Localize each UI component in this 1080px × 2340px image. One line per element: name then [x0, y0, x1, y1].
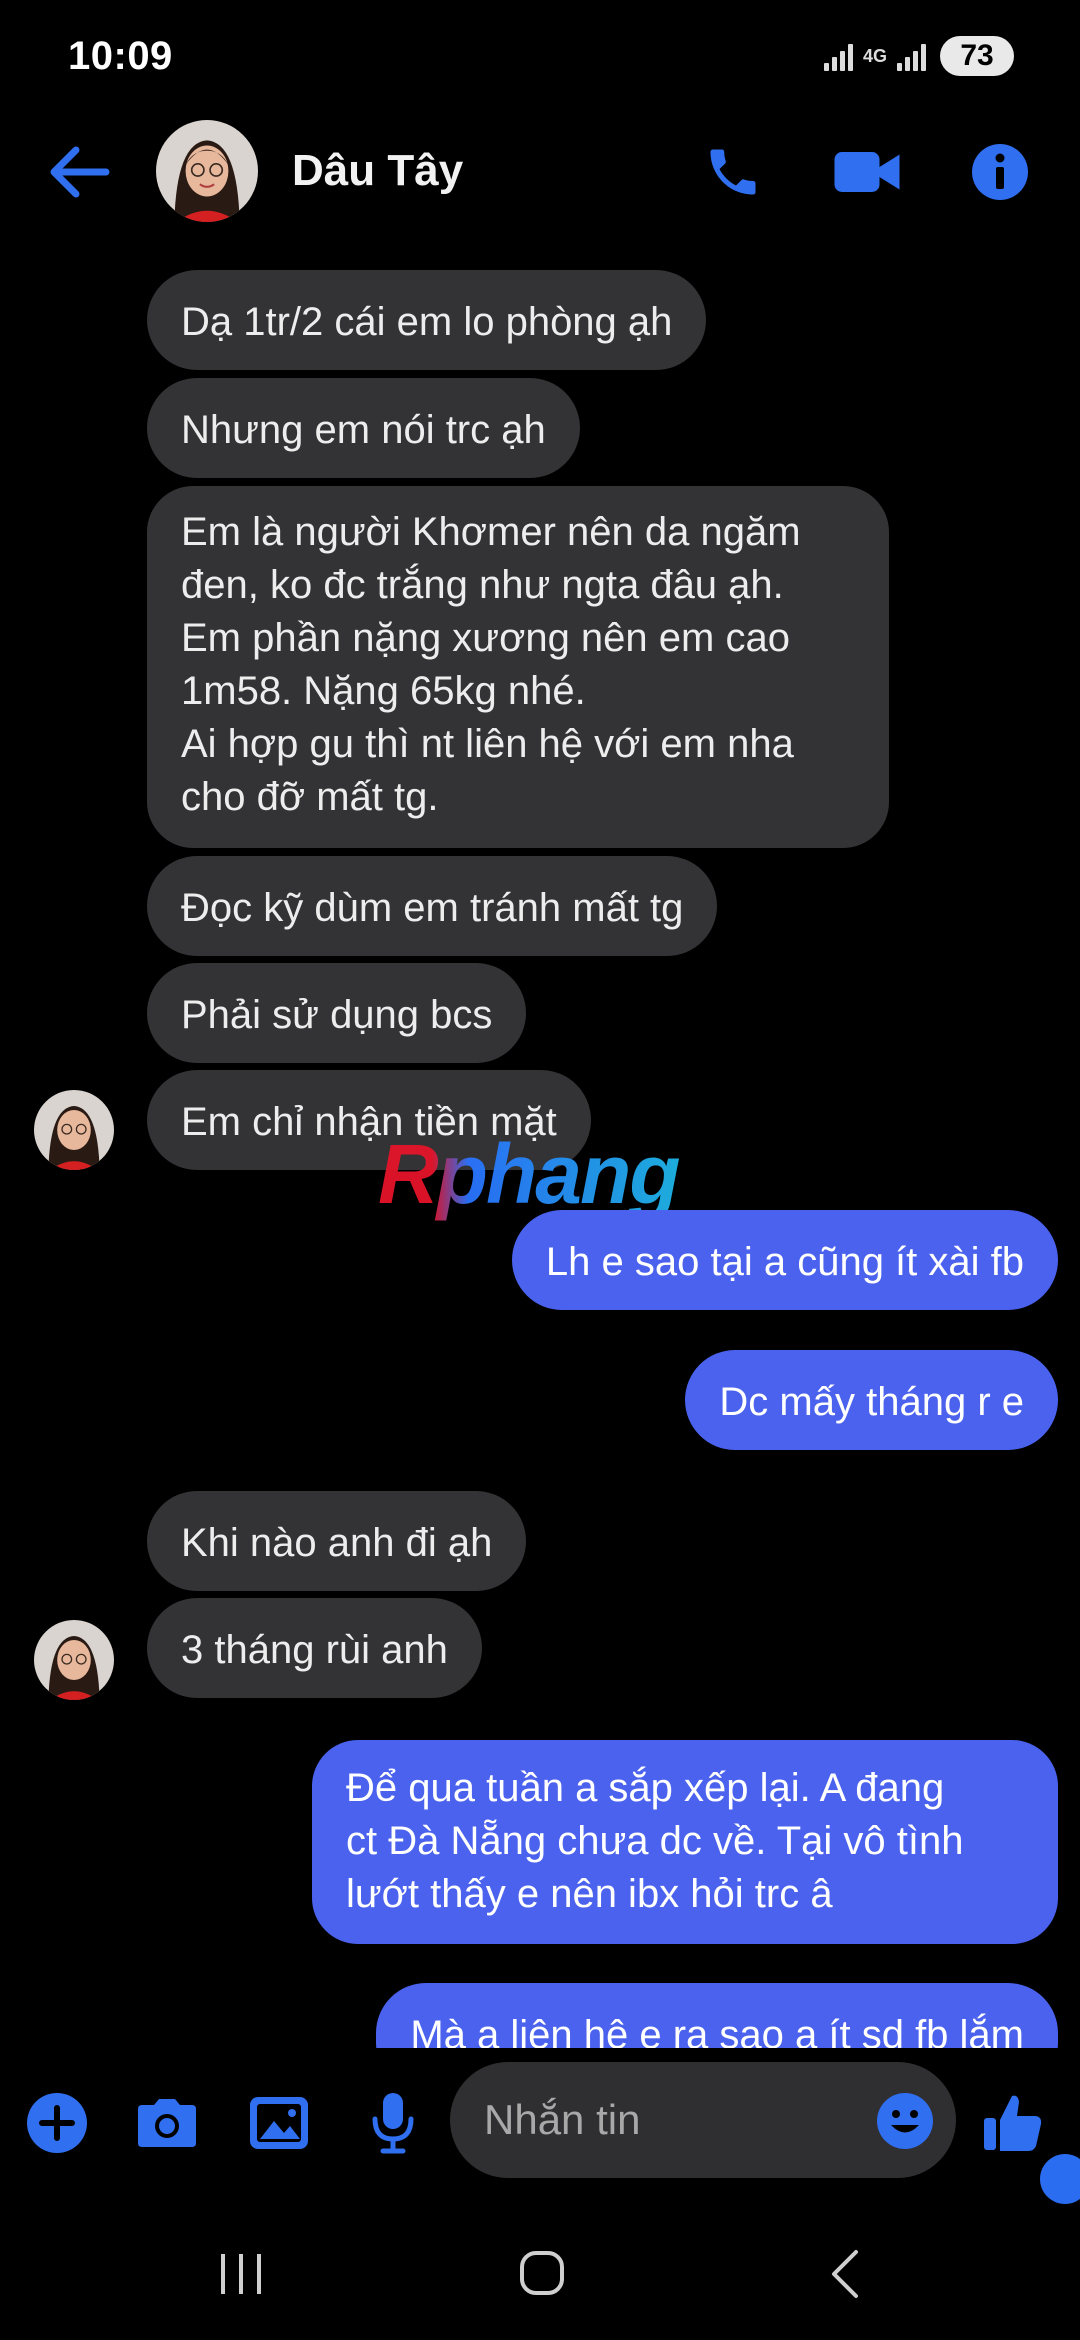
back-nav-button[interactable] [800, 2234, 890, 2314]
message-incoming[interactable]: 3 tháng rùi anh [147, 1598, 482, 1698]
message-outgoing[interactable]: Lh e sao tại a cũng ít xài fb [511, 1210, 1058, 1310]
like-button[interactable] [978, 2088, 1048, 2158]
network-type: 4G [862, 46, 887, 66]
back-button[interactable] [46, 142, 112, 202]
voice-message-button[interactable] [358, 2088, 428, 2158]
plus-icon [27, 2093, 87, 2153]
sender-avatar[interactable] [34, 1090, 114, 1170]
message-incoming[interactable]: Em là người Khơmer nên da ngăm đen, ko đ… [147, 486, 889, 848]
info-button[interactable] [970, 142, 1036, 202]
message-composer: Nhắn tin [0, 2048, 1080, 2198]
status-time: 10:09 [68, 34, 173, 78]
recent-apps-icon [221, 2254, 261, 2294]
message-incoming[interactable]: Nhưng em nói trc ạh [147, 378, 580, 478]
back-chevron-icon [832, 2250, 858, 2298]
battery-indicator: 73 [940, 36, 1014, 76]
video-call-button[interactable] [832, 142, 900, 202]
message-outgoing[interactable]: Để qua tuần a sắp xếp lại. A đang ct Đà … [312, 1740, 1058, 1944]
signal-icon-2 [897, 41, 926, 71]
more-actions-button[interactable] [22, 2088, 92, 2158]
back-arrow-icon [50, 146, 110, 198]
message-outgoing[interactable]: Dc mấy tháng r e [685, 1350, 1058, 1450]
avatar-photo [34, 1620, 114, 1700]
system-navigation-bar [0, 2210, 1080, 2340]
status-bar: 10:09 4G 73 [0, 0, 1080, 120]
signal-icon [823, 41, 853, 71]
microphone-icon [372, 2093, 414, 2154]
message-incoming[interactable]: Khi nào anh đi ạh [147, 1491, 527, 1591]
info-icon [972, 144, 1028, 200]
recent-apps-button[interactable] [196, 2234, 286, 2314]
contact-avatar[interactable] [156, 120, 258, 222]
phone-icon [710, 149, 756, 195]
sender-avatar[interactable] [34, 1620, 114, 1700]
chat-header: Dâu Tây [0, 120, 1080, 228]
gallery-button[interactable] [244, 2088, 314, 2158]
camera-icon [138, 2099, 196, 2147]
image-icon [250, 2097, 308, 2149]
message-incoming[interactable]: Đọc kỹ dùm em tránh mất tg [147, 856, 718, 956]
message-input-placeholder: Nhắn tin [484, 2096, 641, 2143]
voice-call-button[interactable] [700, 142, 766, 202]
emoji-icon[interactable] [876, 2092, 934, 2150]
avatar-photo [34, 1090, 114, 1170]
thumbs-up-icon [984, 2095, 1042, 2151]
camera-button[interactable] [132, 2088, 202, 2158]
status-icons: 4G 73 [823, 36, 1014, 76]
contact-name[interactable]: Dâu Tây [292, 146, 463, 196]
watermark-logo: Rphang [378, 1127, 681, 1221]
home-icon [520, 2251, 564, 2295]
avatar-photo [156, 120, 258, 222]
home-button[interactable] [496, 2234, 586, 2314]
message-incoming[interactable]: Phải sử dụng bcs [147, 963, 527, 1063]
message-incoming[interactable]: Dạ 1tr/2 cái em lo phòng ạh [147, 270, 707, 370]
message-input[interactable]: Nhắn tin [450, 2062, 956, 2178]
video-camera-icon [834, 152, 900, 192]
